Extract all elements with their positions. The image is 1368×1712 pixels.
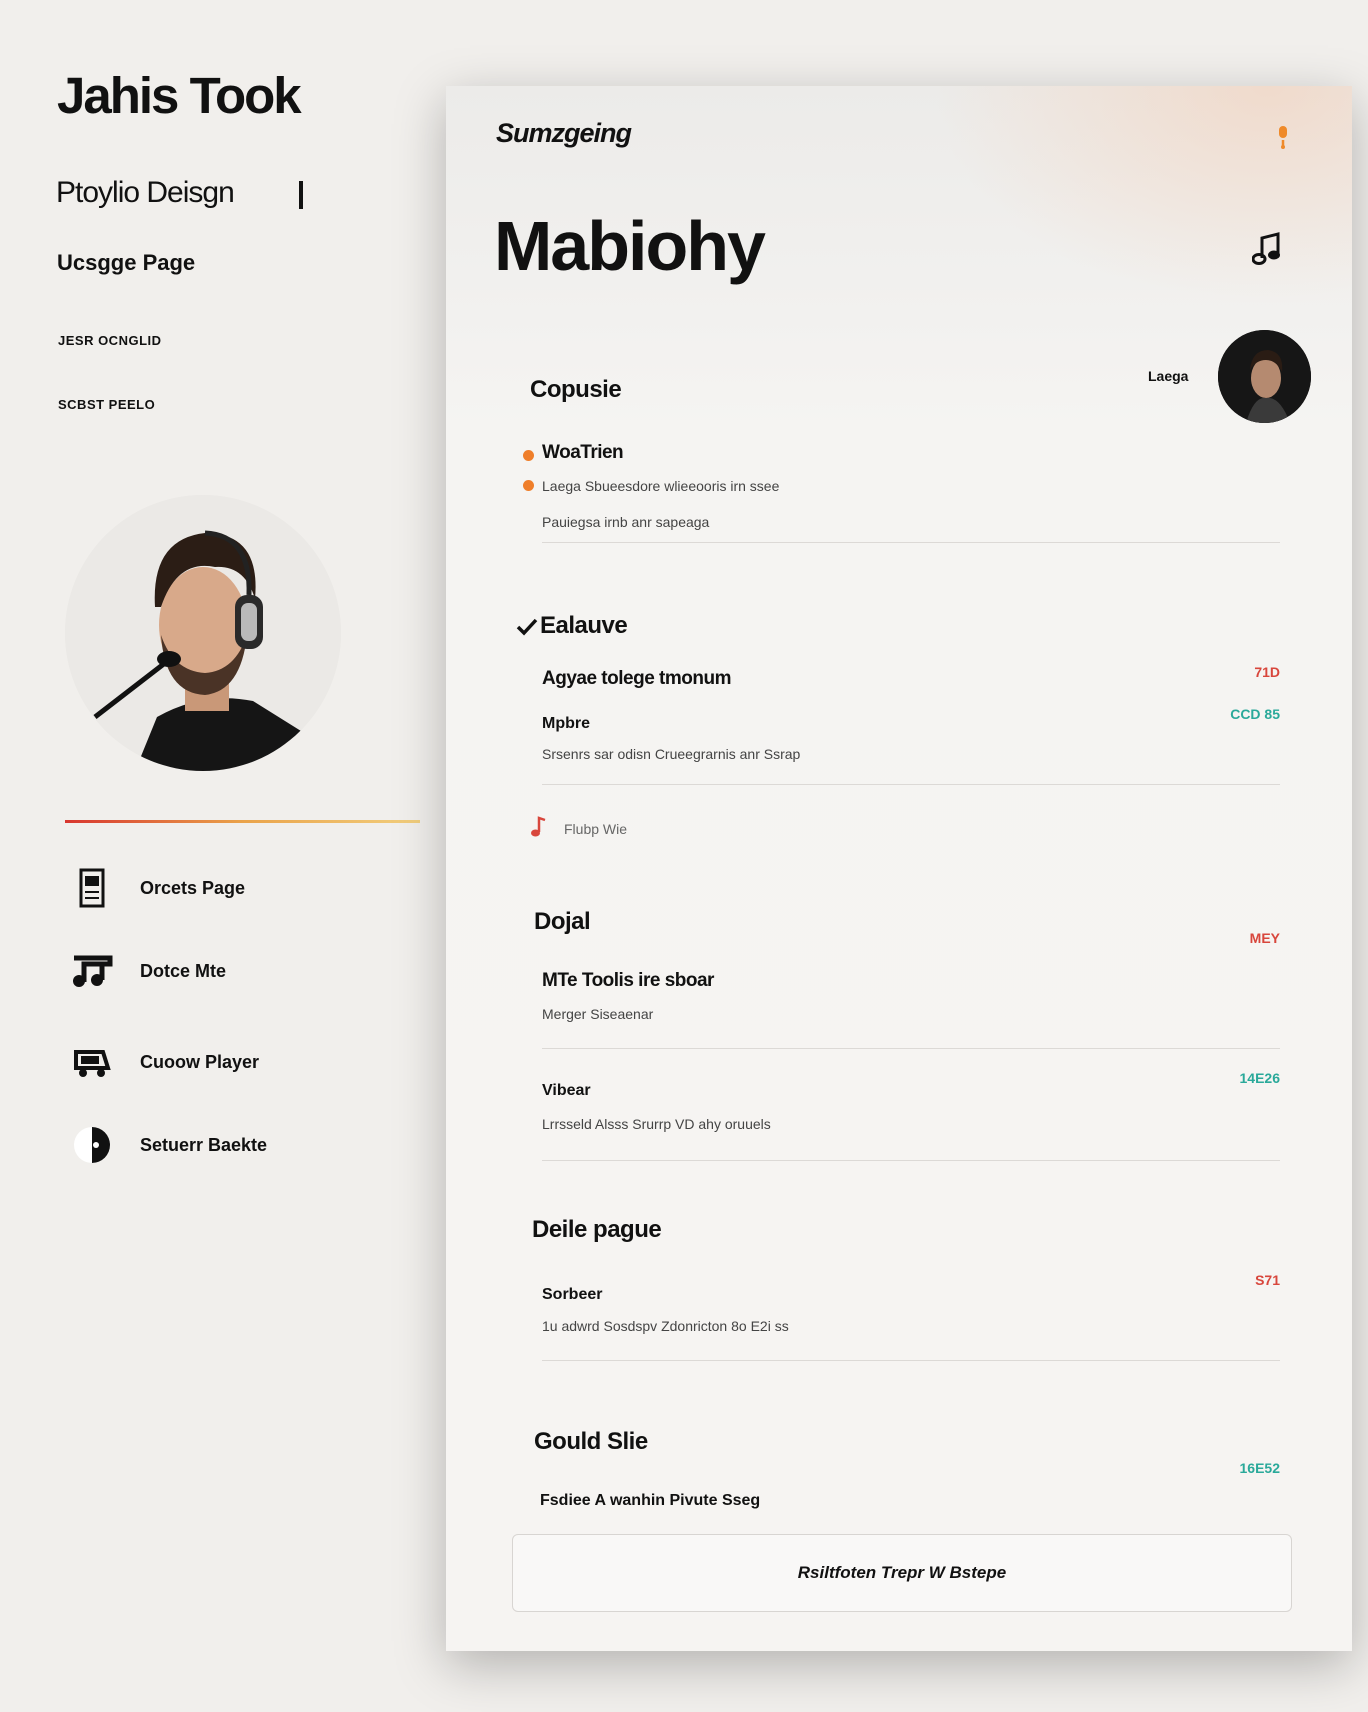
section-tag: S71 <box>1255 1272 1280 1288</box>
nav-item-dotce-mte[interactable]: Dotce Mte <box>70 949 226 993</box>
row-title[interactable]: Sorbeer <box>542 1286 602 1304</box>
music-note-icon[interactable] <box>530 816 546 843</box>
profile-photo <box>65 495 341 771</box>
nav-label: Orcets Page <box>140 877 246 898</box>
music-icon <box>70 949 114 993</box>
brand-name: Jahis Took <box>57 67 302 124</box>
profile-label: Laega <box>1148 368 1189 384</box>
section-tag: MEY <box>1249 930 1280 946</box>
section-heading-gould-slie: Gould Slie <box>534 1428 648 1455</box>
disc-icon <box>70 1123 114 1167</box>
row-title[interactable]: MTe Toolis ire sboar <box>542 970 714 992</box>
section-heading-deile-pague: Deile pague <box>532 1216 662 1243</box>
meta-line-2: SCBST PEELO <box>58 397 156 412</box>
nav-item-cuoow-player[interactable]: Cuoow Player <box>70 1040 259 1084</box>
document-icon <box>70 866 114 910</box>
sub-tag: CCD 85 <box>1230 706 1280 722</box>
play-label[interactable]: Flubp Wie <box>564 821 627 837</box>
primary-action-button[interactable]: Rsiltfoten Trepr W Bstepe <box>512 1534 1292 1612</box>
usage-page-link[interactable]: Ucsgge Page <box>57 250 195 276</box>
item-note: Pauiegsa irnb anr sapeaga <box>542 514 710 530</box>
player-icon <box>70 1040 114 1084</box>
item-description: Laega Sbueesdore wlieeooris irn ssee <box>542 478 780 494</box>
section-heading-dojal: Dojal <box>534 908 591 935</box>
divider <box>542 1048 1280 1049</box>
sub-title: Mpbre <box>542 715 590 732</box>
subtitle: Ptoylio Deisgn <box>56 176 235 209</box>
sub-description: Srsenrs sar odisn Crueegrarnis anr Ssrap <box>542 746 801 762</box>
nav-label: Setuerr Baekte <box>140 1134 268 1155</box>
section-heading-copusie: Copusie <box>530 376 622 403</box>
nav-label: Dotce Mte <box>140 960 227 981</box>
divider <box>542 542 1280 543</box>
music-note-icon[interactable] <box>1251 232 1282 271</box>
profile-avatar[interactable] <box>1218 330 1311 423</box>
meta-line-1: JESR OCNGLID <box>58 333 162 348</box>
row-description: 1u adwrd Sosdspv Zdonricton 8o E2i ss <box>542 1318 789 1334</box>
accent-divider <box>65 820 420 823</box>
row-description: Merger Siseaenar <box>542 1006 654 1022</box>
card-topline: Sumzgeing <box>496 118 632 148</box>
text-caret <box>299 181 303 209</box>
nav-item-orcets-page[interactable]: Orcets Page <box>70 866 245 910</box>
mic-icon[interactable] <box>1276 124 1290 155</box>
card-glow <box>932 86 1352 306</box>
check-icon <box>516 618 538 641</box>
divider <box>542 1160 1280 1161</box>
card-title: Mabiohy <box>494 207 766 285</box>
sub-description: Lrrsseld Alsss Srurrp VD ahy oruuels <box>542 1116 771 1132</box>
section-heading-ealauve: Ealauve <box>540 612 628 639</box>
divider <box>542 784 1280 785</box>
nav-item-setuerr-baekte[interactable]: Setuerr Baekte <box>70 1123 267 1167</box>
nav-label: Cuoow Player <box>140 1051 260 1072</box>
row-title[interactable]: Agyae tolege tmonum <box>542 668 731 690</box>
status-dot <box>523 480 534 491</box>
section-tag: 16E52 <box>1239 1460 1280 1476</box>
status-dot <box>523 450 534 461</box>
sub-title: Vibear <box>542 1082 591 1099</box>
main-card: Sumzgeing Mabiohy Laega Copusie WoaTrien… <box>446 86 1352 1651</box>
sub-tag: 14E26 <box>1239 1070 1280 1086</box>
item-title[interactable]: WoaTrien <box>542 442 624 464</box>
divider <box>542 1360 1280 1361</box>
row-tag: 71D <box>1254 664 1280 680</box>
row-title[interactable]: Fsdiee A wanhin Pivute Sseg <box>540 1492 760 1510</box>
